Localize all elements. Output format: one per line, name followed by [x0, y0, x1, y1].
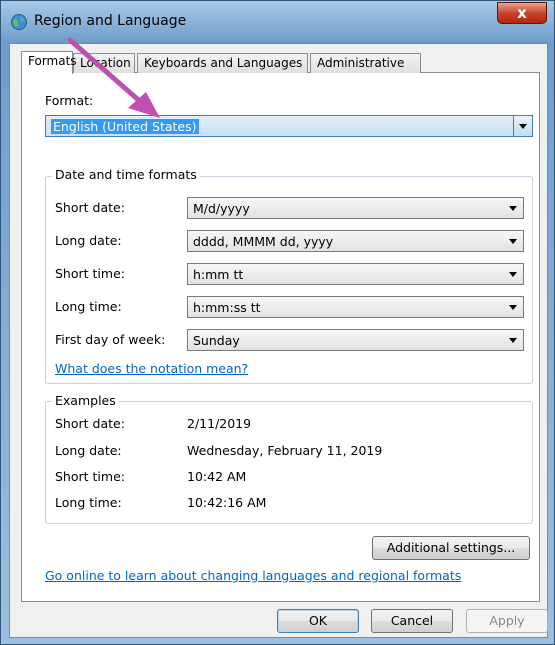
tab-administrative[interactable]: Administrative — [310, 53, 421, 73]
short-time-label: Short time: — [55, 266, 125, 281]
format-selected-value: English (United States) — [51, 119, 199, 134]
title-bar[interactable]: Region and Language x — [1, 1, 554, 43]
ok-button[interactable]: OK — [277, 609, 359, 633]
long-time-value: h:mm:ss tt — [193, 300, 261, 315]
tab-keyboards-and-languages[interactable]: Keyboards and Languages — [137, 53, 308, 73]
example-short-date-label: Short date: — [55, 416, 125, 431]
example-short-time-label: Short time: — [55, 469, 125, 484]
example-long-time-label: Long time: — [55, 495, 122, 510]
example-long-date-label: Long date: — [55, 443, 122, 458]
short-date-label: Short date: — [55, 200, 125, 215]
notation-help-link[interactable]: What does the notation mean? — [55, 361, 248, 376]
format-dropdown-button[interactable] — [513, 116, 532, 136]
additional-settings-button[interactable]: Additional settings... — [372, 536, 530, 560]
long-date-dropdown[interactable]: dddd, MMMM dd, yyyy — [187, 230, 524, 252]
short-date-value: M/d/yyyy — [193, 201, 250, 216]
chevron-down-icon — [509, 239, 517, 244]
short-time-dropdown[interactable]: h:mm tt — [187, 263, 524, 285]
example-short-date-value: 2/11/2019 — [187, 416, 252, 431]
example-long-date-value: Wednesday, February 11, 2019 — [187, 443, 383, 458]
format-dropdown[interactable]: English (United States) — [45, 115, 533, 137]
apply-button[interactable]: Apply — [466, 609, 548, 633]
example-long-time-value: 10:42:16 AM — [187, 495, 267, 510]
chevron-down-icon — [509, 338, 517, 343]
cancel-button[interactable]: Cancel — [371, 609, 453, 633]
online-help-link[interactable]: Go online to learn about changing langua… — [45, 568, 461, 583]
examples-title: Examples — [52, 393, 119, 408]
short-time-value: h:mm tt — [193, 267, 244, 282]
first-day-of-week-dropdown[interactable]: Sunday — [187, 329, 524, 351]
first-day-of-week-value: Sunday — [193, 333, 240, 348]
chevron-down-icon — [509, 272, 517, 277]
example-short-time-value: 10:42 AM — [187, 469, 247, 484]
long-date-value: dddd, MMMM dd, yyyy — [193, 234, 334, 249]
chevron-down-icon — [509, 305, 517, 310]
format-label: Format: — [45, 93, 94, 108]
long-time-dropdown[interactable]: h:mm:ss tt — [187, 296, 524, 318]
window-title: Region and Language — [34, 13, 187, 29]
long-time-label: Long time: — [55, 299, 122, 314]
long-date-label: Long date: — [55, 233, 122, 248]
chevron-down-icon — [519, 124, 527, 129]
tab-location[interactable]: Location — [73, 53, 135, 73]
globe-icon — [11, 14, 27, 30]
first-day-of-week-label: First day of week: — [55, 332, 166, 347]
tab-formats[interactable]: Formats — [21, 51, 77, 74]
close-button[interactable]: x — [497, 2, 547, 24]
close-icon: x — [517, 4, 527, 22]
date-time-formats-title: Date and time formats — [52, 167, 200, 182]
chevron-down-icon — [509, 206, 517, 211]
short-date-dropdown[interactable]: M/d/yyyy — [187, 197, 524, 219]
